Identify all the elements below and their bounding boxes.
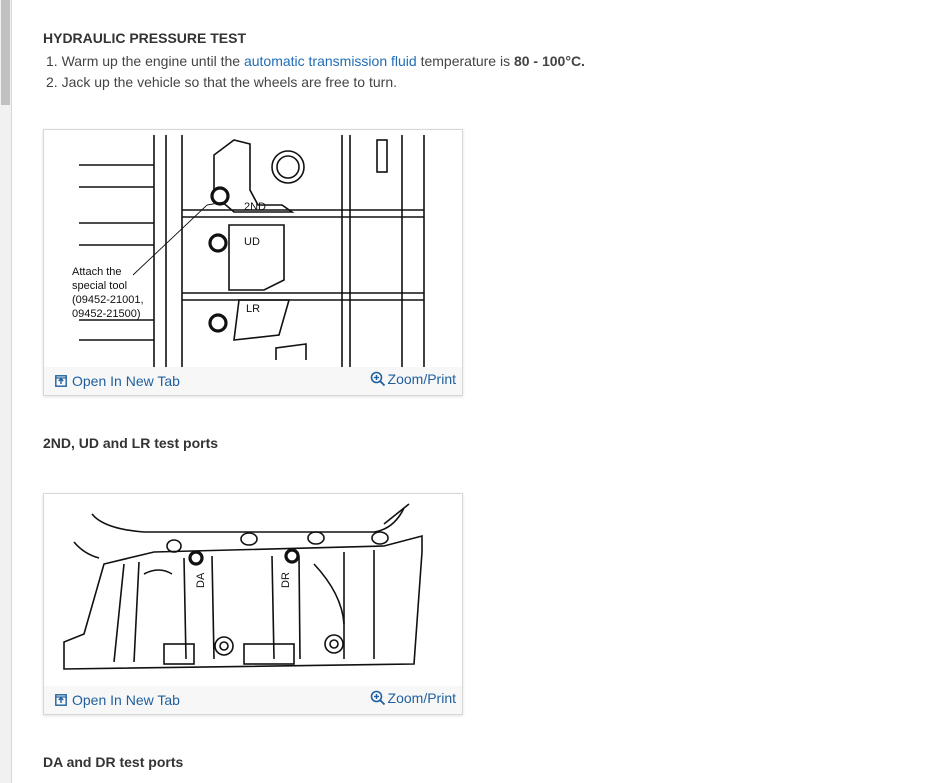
zoom-in-icon [370,690,385,706]
step-1: 1. Warm up the engine until the automati… [46,53,585,69]
article-content: HYDRAULIC PRESSURE TEST 1. Warm up the e… [43,30,923,93]
open-in-new-tab-button[interactable]: Open In New Tab [55,692,180,708]
callout-line-3: (09452-21001, [72,294,144,306]
steps-list: 1. Warm up the engine until the automati… [43,51,923,93]
zoom-in-icon [370,371,385,387]
scrollbar-thumb[interactable] [1,0,10,105]
callout-line-2: special tool [72,280,127,292]
callout-line-1: Attach the [72,266,122,278]
open-in-new-tab-button[interactable]: Open In New Tab [55,373,180,389]
open-new-tab-icon [55,694,67,706]
label-da: DA [195,572,207,588]
label-2nd: 2ND [244,201,266,213]
label-lr: LR [246,303,260,315]
open-new-tab-icon [55,375,67,387]
figure-toolbar: Open In New Tab Zoom/Print [44,686,462,714]
figure-da-dr: DA DR Open In New Tab Zoom/Print [43,493,463,715]
label-dr: DR [280,572,292,588]
page-scrollbar[interactable] [0,0,12,783]
step-2: 2. Jack up the vehicle so that the wheel… [46,74,397,90]
figure-toolbar: Open In New Tab Zoom/Print [44,367,462,395]
zoom-print-button[interactable]: Zoom/Print [370,371,456,387]
section-title: HYDRAULIC PRESSURE TEST [43,30,247,46]
atf-link[interactable]: automatic transmission fluid [244,53,417,69]
figure-1-caption: 2ND, UD and LR test ports [43,435,219,451]
zoom-print-button[interactable]: Zoom/Print [370,690,456,706]
figure-2-caption: DA and DR test ports [43,754,184,770]
diagram-2nd-ud-lr-ports: 2ND UD LR Attach the special tool (09452… [44,130,462,367]
figure-2nd-ud-lr: 2ND UD LR Attach the special tool (09452… [43,129,463,396]
label-ud: UD [244,236,260,248]
diagram-da-dr-ports: DA DR [44,494,462,686]
temperature-value: 80 - 100°C. [513,53,585,69]
callout-line-4: 09452-21500) [72,308,141,320]
